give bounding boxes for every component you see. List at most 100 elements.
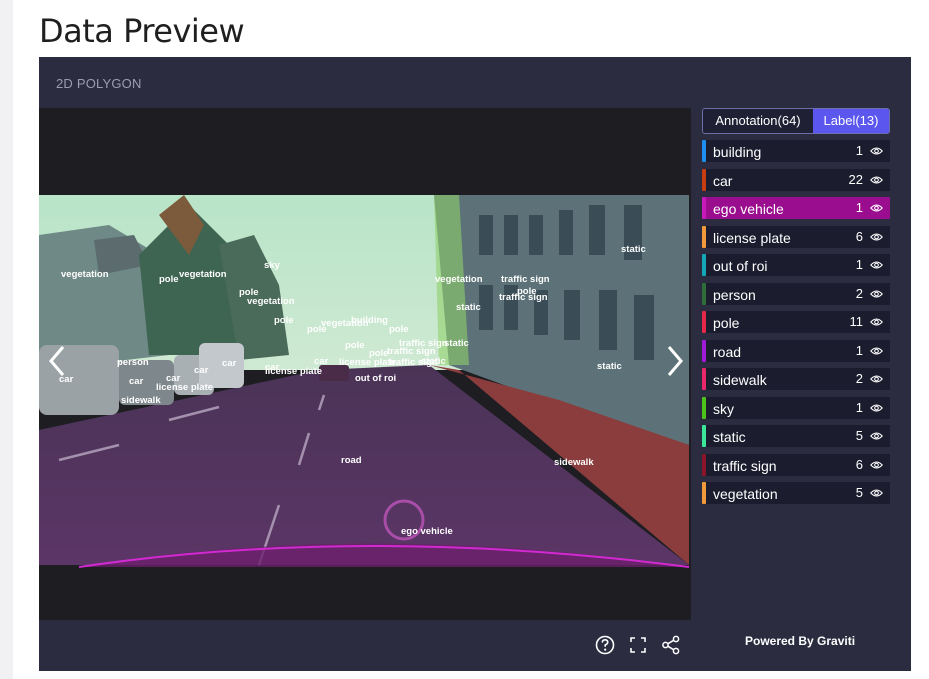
annotated-image[interactable]: vegetation pole vegetation sky pole vege… (39, 195, 689, 568)
previous-image-icon[interactable] (43, 343, 73, 379)
svg-text:sky: sky (264, 260, 281, 271)
label-name: car (713, 172, 733, 189)
svg-text:traffic sign: traffic sign (501, 274, 550, 285)
label-name: sky (713, 400, 734, 417)
next-image-icon[interactable] (659, 343, 689, 379)
label-name: building (713, 144, 762, 160)
label-count: 6 (855, 228, 863, 244)
label-item-road[interactable]: road 1 (702, 339, 890, 362)
svg-text:traffic sign: traffic sign (389, 357, 438, 368)
label-color-swatch (702, 254, 706, 276)
svg-text:road: road (341, 455, 362, 466)
viewer-toolbar: Powered By Graviti (39, 620, 911, 671)
label-item-out-of-roi[interactable]: out of roi 1 (702, 254, 890, 276)
label-item-ego-vehicle[interactable]: ego vehicle 1 (702, 197, 890, 219)
label-color-swatch (702, 140, 706, 162)
svg-text:vegetation: vegetation (61, 269, 109, 280)
svg-text:vegetation: vegetation (179, 269, 227, 280)
visibility-eye-icon[interactable] (870, 146, 883, 156)
visibility-eye-icon[interactable] (870, 175, 883, 185)
left-edge-strip (0, 0, 13, 679)
svg-text:ego vehicle: ego vehicle (401, 526, 453, 537)
label-count: 22 (848, 171, 863, 187)
tab-label[interactable]: Label(13) (813, 109, 889, 133)
powered-by-text: Powered By Graviti (745, 634, 856, 648)
svg-text:license plate: license plate (339, 357, 396, 368)
label-name: static (713, 429, 746, 445)
label-item-traffic-sign[interactable]: traffic sign 6 (702, 453, 890, 476)
label-list: building 1 car 22 ego vehicle 1 license plate 6… (702, 140, 890, 504)
label-color-swatch (702, 339, 706, 362)
label-count: 6 (855, 456, 863, 472)
label-name: out of roi (713, 258, 768, 274)
svg-text:sidewalk: sidewalk (554, 457, 594, 468)
label-color-swatch (702, 311, 706, 333)
label-count: 5 (855, 485, 863, 500)
label-color-swatch (702, 225, 706, 248)
label-item-building[interactable]: building 1 (702, 140, 890, 162)
svg-text:person: person (117, 357, 149, 368)
svg-text:car: car (194, 365, 209, 376)
visibility-eye-icon[interactable] (870, 431, 883, 441)
svg-text:pole: pole (345, 340, 365, 351)
label-color-swatch (702, 368, 706, 390)
visibility-eye-icon[interactable] (870, 232, 883, 242)
visibility-eye-icon[interactable] (870, 488, 883, 498)
tab-annotation[interactable]: Annotation(64) (703, 109, 813, 133)
label-item-car[interactable]: car 22 (702, 168, 890, 191)
share-icon[interactable] (660, 634, 682, 656)
label-name: license plate (713, 229, 791, 246)
svg-text:pole: pole (274, 315, 294, 326)
data-preview-viewer: 2D POLYGON vegetation pole vegetation sk… (39, 57, 911, 671)
label-item-license-plate[interactable]: license plate 6 (702, 225, 890, 248)
label-count: 1 (855, 200, 863, 215)
svg-text:pole: pole (389, 324, 409, 335)
panel-tabs: Annotation(64) Label(13) (702, 108, 890, 134)
svg-text:static: static (597, 361, 622, 372)
visibility-eye-icon[interactable] (870, 346, 883, 356)
visibility-eye-icon[interactable] (870, 317, 883, 327)
label-name: traffic sign (713, 457, 777, 474)
label-color-swatch (702, 482, 706, 504)
label-item-sidewalk[interactable]: sidewalk 2 (702, 368, 890, 390)
visibility-eye-icon[interactable] (870, 260, 883, 270)
label-item-vegetation[interactable]: vegetation 5 (702, 482, 890, 504)
label-name: person (713, 286, 756, 303)
visibility-eye-icon[interactable] (870, 203, 883, 213)
visibility-eye-icon[interactable] (870, 460, 883, 470)
label-count: 5 (855, 428, 863, 443)
label-color-swatch (702, 197, 706, 219)
svg-text:sidewalk: sidewalk (121, 395, 161, 406)
label-item-sky[interactable]: sky 1 (702, 396, 890, 419)
svg-text:vegetation: vegetation (435, 274, 483, 285)
help-icon[interactable] (594, 634, 616, 656)
label-count: 1 (855, 399, 863, 415)
label-name: vegetation (713, 486, 778, 502)
label-name: pole (713, 315, 740, 331)
label-name: sidewalk (713, 372, 767, 388)
label-item-pole[interactable]: pole 11 (702, 311, 890, 333)
svg-text:static: static (444, 338, 469, 349)
image-stage: vegetation pole vegetation sky pole vege… (39, 108, 691, 620)
label-count: 11 (849, 314, 864, 329)
visibility-eye-icon[interactable] (870, 403, 883, 413)
svg-text:license plate: license plate (265, 366, 322, 377)
label-count: 1 (855, 342, 863, 358)
label-name: ego vehicle (713, 201, 784, 217)
svg-text:vegetation: vegetation (247, 296, 295, 307)
svg-text:car: car (222, 358, 237, 369)
visibility-eye-icon[interactable] (870, 289, 883, 299)
svg-text:traffic sign: traffic sign (499, 292, 548, 303)
label-count: 1 (855, 257, 863, 272)
label-color-swatch (702, 282, 706, 305)
fullscreen-icon[interactable] (627, 634, 649, 656)
annotation-type-label: 2D POLYGON (56, 76, 142, 91)
svg-text:static: static (456, 302, 481, 313)
label-item-static[interactable]: static 5 (702, 425, 890, 447)
label-item-person[interactable]: person 2 (702, 282, 890, 305)
visibility-eye-icon[interactable] (870, 374, 883, 384)
label-panel: Annotation(64) Label(13) building 1 car 22 e… (702, 108, 890, 511)
svg-text:pole: pole (159, 274, 179, 285)
svg-text:static: static (621, 244, 646, 255)
label-count: 1 (855, 143, 863, 158)
